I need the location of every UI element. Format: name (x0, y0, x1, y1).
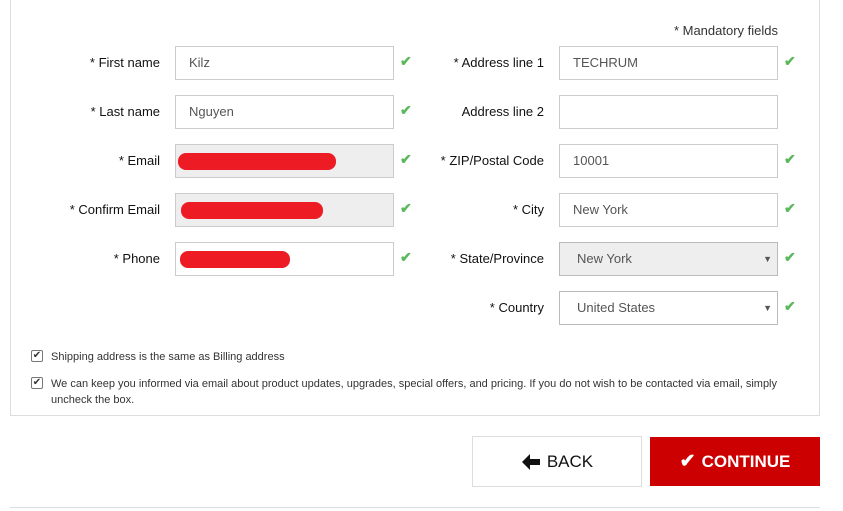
address-line-1-input[interactable]: TECHRUM (559, 46, 778, 80)
phone-label: * Phone (113, 251, 160, 266)
redaction-mark (178, 153, 336, 170)
state-select[interactable]: New York ▼ (559, 242, 778, 276)
email-optin-checkbox[interactable]: ✔ (31, 377, 43, 389)
address-line-2-input[interactable] (559, 95, 778, 129)
mandatory-fields-note: * Mandatory fields (673, 23, 778, 38)
zip-input[interactable]: 10001 (559, 144, 778, 178)
divider (10, 507, 820, 508)
continue-label: CONTINUE (701, 451, 791, 471)
dropdown-arrow-icon: ▼ (763, 254, 772, 264)
address-line-1-label: * Address line 1 (453, 55, 544, 70)
same-address-checkbox[interactable]: ✔ (31, 350, 43, 362)
redaction-mark (181, 202, 323, 219)
arrow-left-icon (521, 453, 540, 470)
last-name-label: * Last name (90, 104, 160, 119)
phone-input[interactable] (175, 242, 394, 276)
continue-button[interactable]: ✔ CONTINUE (650, 437, 820, 486)
back-button[interactable]: BACK (472, 436, 642, 487)
country-select[interactable]: United States ▼ (559, 291, 778, 325)
email-label: * Email (118, 153, 160, 168)
country-value: United States (577, 300, 656, 315)
check-icon: ✔ (784, 53, 796, 69)
redaction-mark (180, 251, 290, 268)
email-optin-label: We can keep you informed via email about… (51, 378, 777, 406)
confirm-email-label: * Confirm Email (69, 202, 160, 217)
check-icon: ✔ (784, 249, 796, 265)
back-label: BACK (546, 451, 594, 471)
city-label: * City (512, 202, 544, 217)
check-icon: ✔ (679, 451, 696, 472)
first-name-label: * First name (89, 55, 160, 70)
first-name-input[interactable]: Kilz (175, 46, 394, 80)
city-input[interactable]: New York (559, 193, 778, 227)
dropdown-arrow-icon: ▼ (763, 303, 772, 313)
same-address-label: Shipping address is the same as Billing … (51, 351, 285, 363)
confirm-email-input[interactable] (175, 193, 394, 227)
state-label: * State/Province (450, 251, 544, 266)
address-line-2-label: Address line 2 (461, 104, 544, 119)
zip-label: * ZIP/Postal Code (440, 153, 544, 168)
last-name-input[interactable]: Nguyen (175, 95, 394, 129)
check-icon: ✔ (784, 200, 796, 216)
state-value: New York (577, 251, 632, 266)
country-label: * Country (489, 300, 544, 315)
check-icon: ✔ (784, 298, 796, 314)
email-input[interactable] (175, 144, 394, 178)
check-icon: ✔ (784, 151, 796, 167)
